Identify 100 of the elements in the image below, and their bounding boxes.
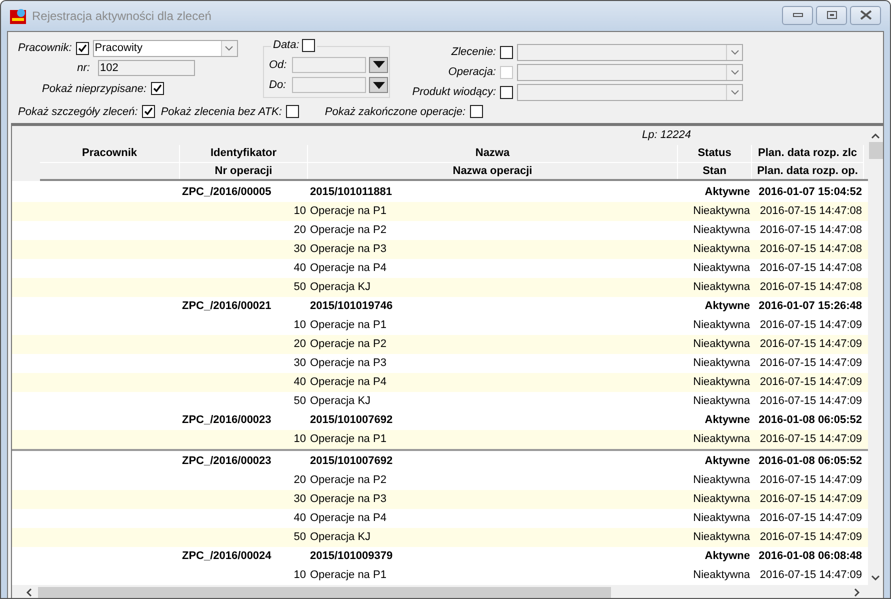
table-cell-text: 2015/101007692 <box>309 413 394 428</box>
table-cell-text: 2016-07-15 14:47:09 <box>758 356 863 372</box>
checkbox[interactable] <box>500 46 513 59</box>
table-row[interactable]: 50 Operacja KJ Nieaktywna 2016-07-15 14:47:08 <box>12 278 868 297</box>
table-cell-text: 2015/101011881 <box>309 185 393 200</box>
checkbox[interactable] <box>142 105 155 118</box>
date-picker-button[interactable] <box>369 77 388 94</box>
table-row[interactable]: 20 Operacje na P2 Nieaktywna 2016-07-15 14:47:09 <box>12 335 868 354</box>
column-header[interactable]: Pracownik <box>40 145 179 163</box>
table-cell-text: ZPC_/2016/00021 <box>181 299 272 314</box>
date-picker-button[interactable] <box>369 56 388 73</box>
scrollbar-thumb[interactable] <box>868 142 882 159</box>
maximize-button[interactable] <box>816 6 847 24</box>
table-cell-text: 2016-01-07 15:26:48 <box>758 299 863 314</box>
field-label: Pracownik: <box>18 41 72 56</box>
table-cell-text: Nieaktywna <box>692 394 751 410</box>
checkbox[interactable] <box>150 82 164 96</box>
table-cell-text: 2016-07-15 14:47:09 <box>758 375 863 390</box>
table-cell-text: 40 <box>292 375 307 390</box>
column-header[interactable]: Plan. data rozp. op. <box>752 163 863 179</box>
table-row[interactable]: 10 Operacje na P1 Nieaktywna 2016-07-15 14:47:09 <box>12 430 868 449</box>
close-icon <box>860 10 872 20</box>
checkbox[interactable] <box>286 105 299 118</box>
table-cell-text: Operacje na P2 <box>309 223 388 238</box>
column-header[interactable]: Nr operacji <box>180 163 307 179</box>
table-cell-text: Aktywne <box>704 549 751 564</box>
table-cell-text: 2016-07-15 14:47:08 <box>758 223 863 238</box>
dropdown[interactable]: Pracowity <box>92 40 238 57</box>
table-cell-text: 50 <box>292 280 307 296</box>
table-cell-text: Nieaktywna <box>692 318 751 334</box>
table-cell-text: Operacja KJ <box>309 280 372 296</box>
table-cell-text: ZPC_/2016/00024 <box>181 549 272 564</box>
table-cell-text: 40 <box>292 261 307 276</box>
chevron-down-icon <box>730 50 738 55</box>
table-cell-text: Operacja KJ <box>309 530 372 546</box>
number-field[interactable]: 102 <box>98 60 195 76</box>
chevron-down-icon <box>730 90 738 95</box>
table-cell-text: ZPC_/2016/00023 <box>181 454 272 470</box>
option-label: Pokaż zlecenia bez ATK: <box>160 104 282 120</box>
table-cell-text: Nieaktywna <box>692 242 751 258</box>
minimize-button[interactable] <box>782 6 813 24</box>
table-cell-text: 2016-07-15 14:47:09 <box>758 492 863 508</box>
scrollbar-thumb[interactable] <box>38 586 611 598</box>
table-row[interactable]: 30 Operacje na P3 Nieaktywna 2016-07-15 14:47:09 <box>12 490 868 509</box>
table-cell-text: 50 <box>292 394 307 410</box>
table-cell-text: Operacja KJ <box>309 394 372 410</box>
table-cell-text: Aktywne <box>704 454 751 470</box>
table-row[interactable]: 30 Operacje na P3 Nieaktywna 2016-07-15 14:47:08 <box>12 240 868 259</box>
column-header[interactable]: Identyfikator <box>180 145 307 163</box>
table-cell-text: Operacje na P1 <box>309 568 388 584</box>
scroll-up-icon <box>871 133 880 139</box>
table-cell-text: 20 <box>292 473 307 488</box>
table-row[interactable]: 10 Operacje na P1 Nieaktywna 2016-07-15 14:47:08 <box>12 202 868 221</box>
column-header[interactable]: Nazwa <box>308 145 677 163</box>
table-cell-text: 10 <box>292 204 307 220</box>
chevron-down-icon <box>225 46 234 51</box>
checkbox[interactable] <box>302 38 316 52</box>
table-cell-text: 2016-07-15 14:47:08 <box>758 261 863 276</box>
table-cell-text: 2015/101009379 <box>309 549 394 564</box>
table-cell-text: 20 <box>292 223 307 238</box>
table-cell-text: Operacje na P1 <box>309 432 388 448</box>
column-header[interactable]: Nazwa operacji <box>308 163 677 179</box>
table-cell-text: Nieaktywna <box>692 530 751 546</box>
table-cell-text: 20 <box>292 337 307 352</box>
table-cell-text: Nieaktywna <box>692 204 751 220</box>
table-cell-text: Nieaktywna <box>692 337 751 352</box>
field-label: Operacja: <box>447 65 496 80</box>
table-cell-text: 50 <box>292 530 307 546</box>
scroll-down-icon <box>871 575 880 581</box>
table-cell-text: 10 <box>292 568 307 584</box>
date-field[interactable] <box>292 77 366 94</box>
column-header[interactable]: Plan. data rozp. zlc <box>752 145 863 163</box>
table-row[interactable]: 50 Operacja KJ Nieaktywna 2016-07-15 14:47:09 <box>12 528 868 547</box>
table-cell-text: 2016-01-08 06:05:52 <box>758 413 863 428</box>
table-cell-text: 40 <box>292 511 307 526</box>
table-cell-text: Aktywne <box>704 299 751 314</box>
table-cell-text: 2016-07-15 14:47:09 <box>758 432 863 448</box>
date-field[interactable] <box>292 56 366 73</box>
table-cell-text: 2016-07-15 14:47:09 <box>758 318 863 334</box>
table-cell-text: 30 <box>292 356 307 372</box>
table-cell-text: 2015/101007692 <box>309 454 394 470</box>
column-header[interactable]: Stan <box>678 163 751 179</box>
close-button[interactable] <box>850 6 881 24</box>
table-cell-text: 2016-07-15 14:47:09 <box>758 530 863 546</box>
table-cell-text: 30 <box>292 242 307 258</box>
checkbox[interactable] <box>76 42 89 55</box>
table-cell-text: 2016-07-15 14:47:08 <box>758 242 863 258</box>
table-cell-text: Nieaktywna <box>692 261 751 276</box>
column-header[interactable]: Status <box>678 145 751 163</box>
table-cell-text: 2016-07-15 14:47:09 <box>758 473 863 488</box>
group-label: Data: <box>273 38 300 53</box>
table-cell-text: Nieaktywna <box>692 280 751 296</box>
checkbox[interactable] <box>470 105 483 118</box>
table-row[interactable]: 40 Operacje na P4 Nieaktywna 2016-07-15 14:47:09 <box>12 373 868 392</box>
table-cell-text: Nieaktywna <box>692 473 751 488</box>
minimize-icon <box>792 13 802 17</box>
table-cell-text: Operacje na P4 <box>309 375 388 390</box>
field-label: Od: <box>269 58 288 72</box>
checkbox[interactable] <box>500 86 513 99</box>
table-cell-text: Operacje na P2 <box>309 473 388 488</box>
